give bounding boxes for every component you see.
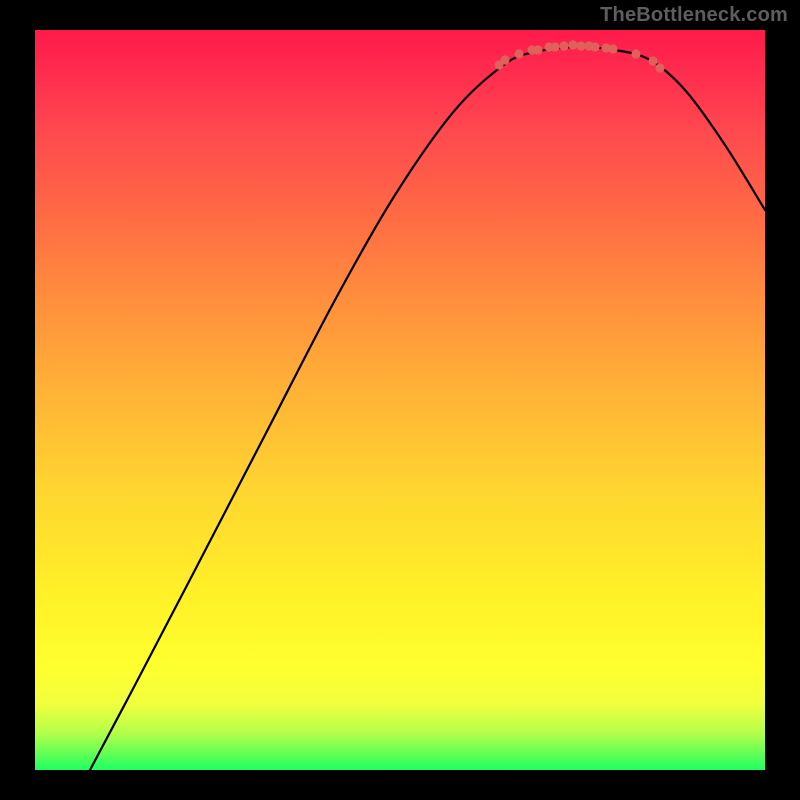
plot-area bbox=[35, 30, 765, 770]
optimal-dot bbox=[568, 40, 577, 49]
watermark-label: TheBottleneck.com bbox=[600, 4, 788, 27]
optimal-dot bbox=[576, 41, 585, 50]
optimal-dot bbox=[550, 42, 559, 51]
chart-svg bbox=[35, 30, 765, 770]
optimal-dot bbox=[514, 49, 523, 58]
optimal-dot bbox=[655, 63, 664, 72]
optimal-dot bbox=[590, 42, 599, 51]
optimal-dot bbox=[500, 55, 509, 64]
optimal-dot bbox=[533, 45, 542, 54]
optimal-dot-band bbox=[494, 40, 664, 72]
optimal-dot bbox=[648, 56, 657, 65]
bottleneck-curve bbox=[90, 47, 765, 770]
optimal-dot bbox=[631, 49, 640, 58]
chart-frame: TheBottleneck.com bbox=[0, 0, 800, 800]
optimal-dot bbox=[559, 41, 568, 50]
optimal-dot bbox=[608, 44, 617, 53]
